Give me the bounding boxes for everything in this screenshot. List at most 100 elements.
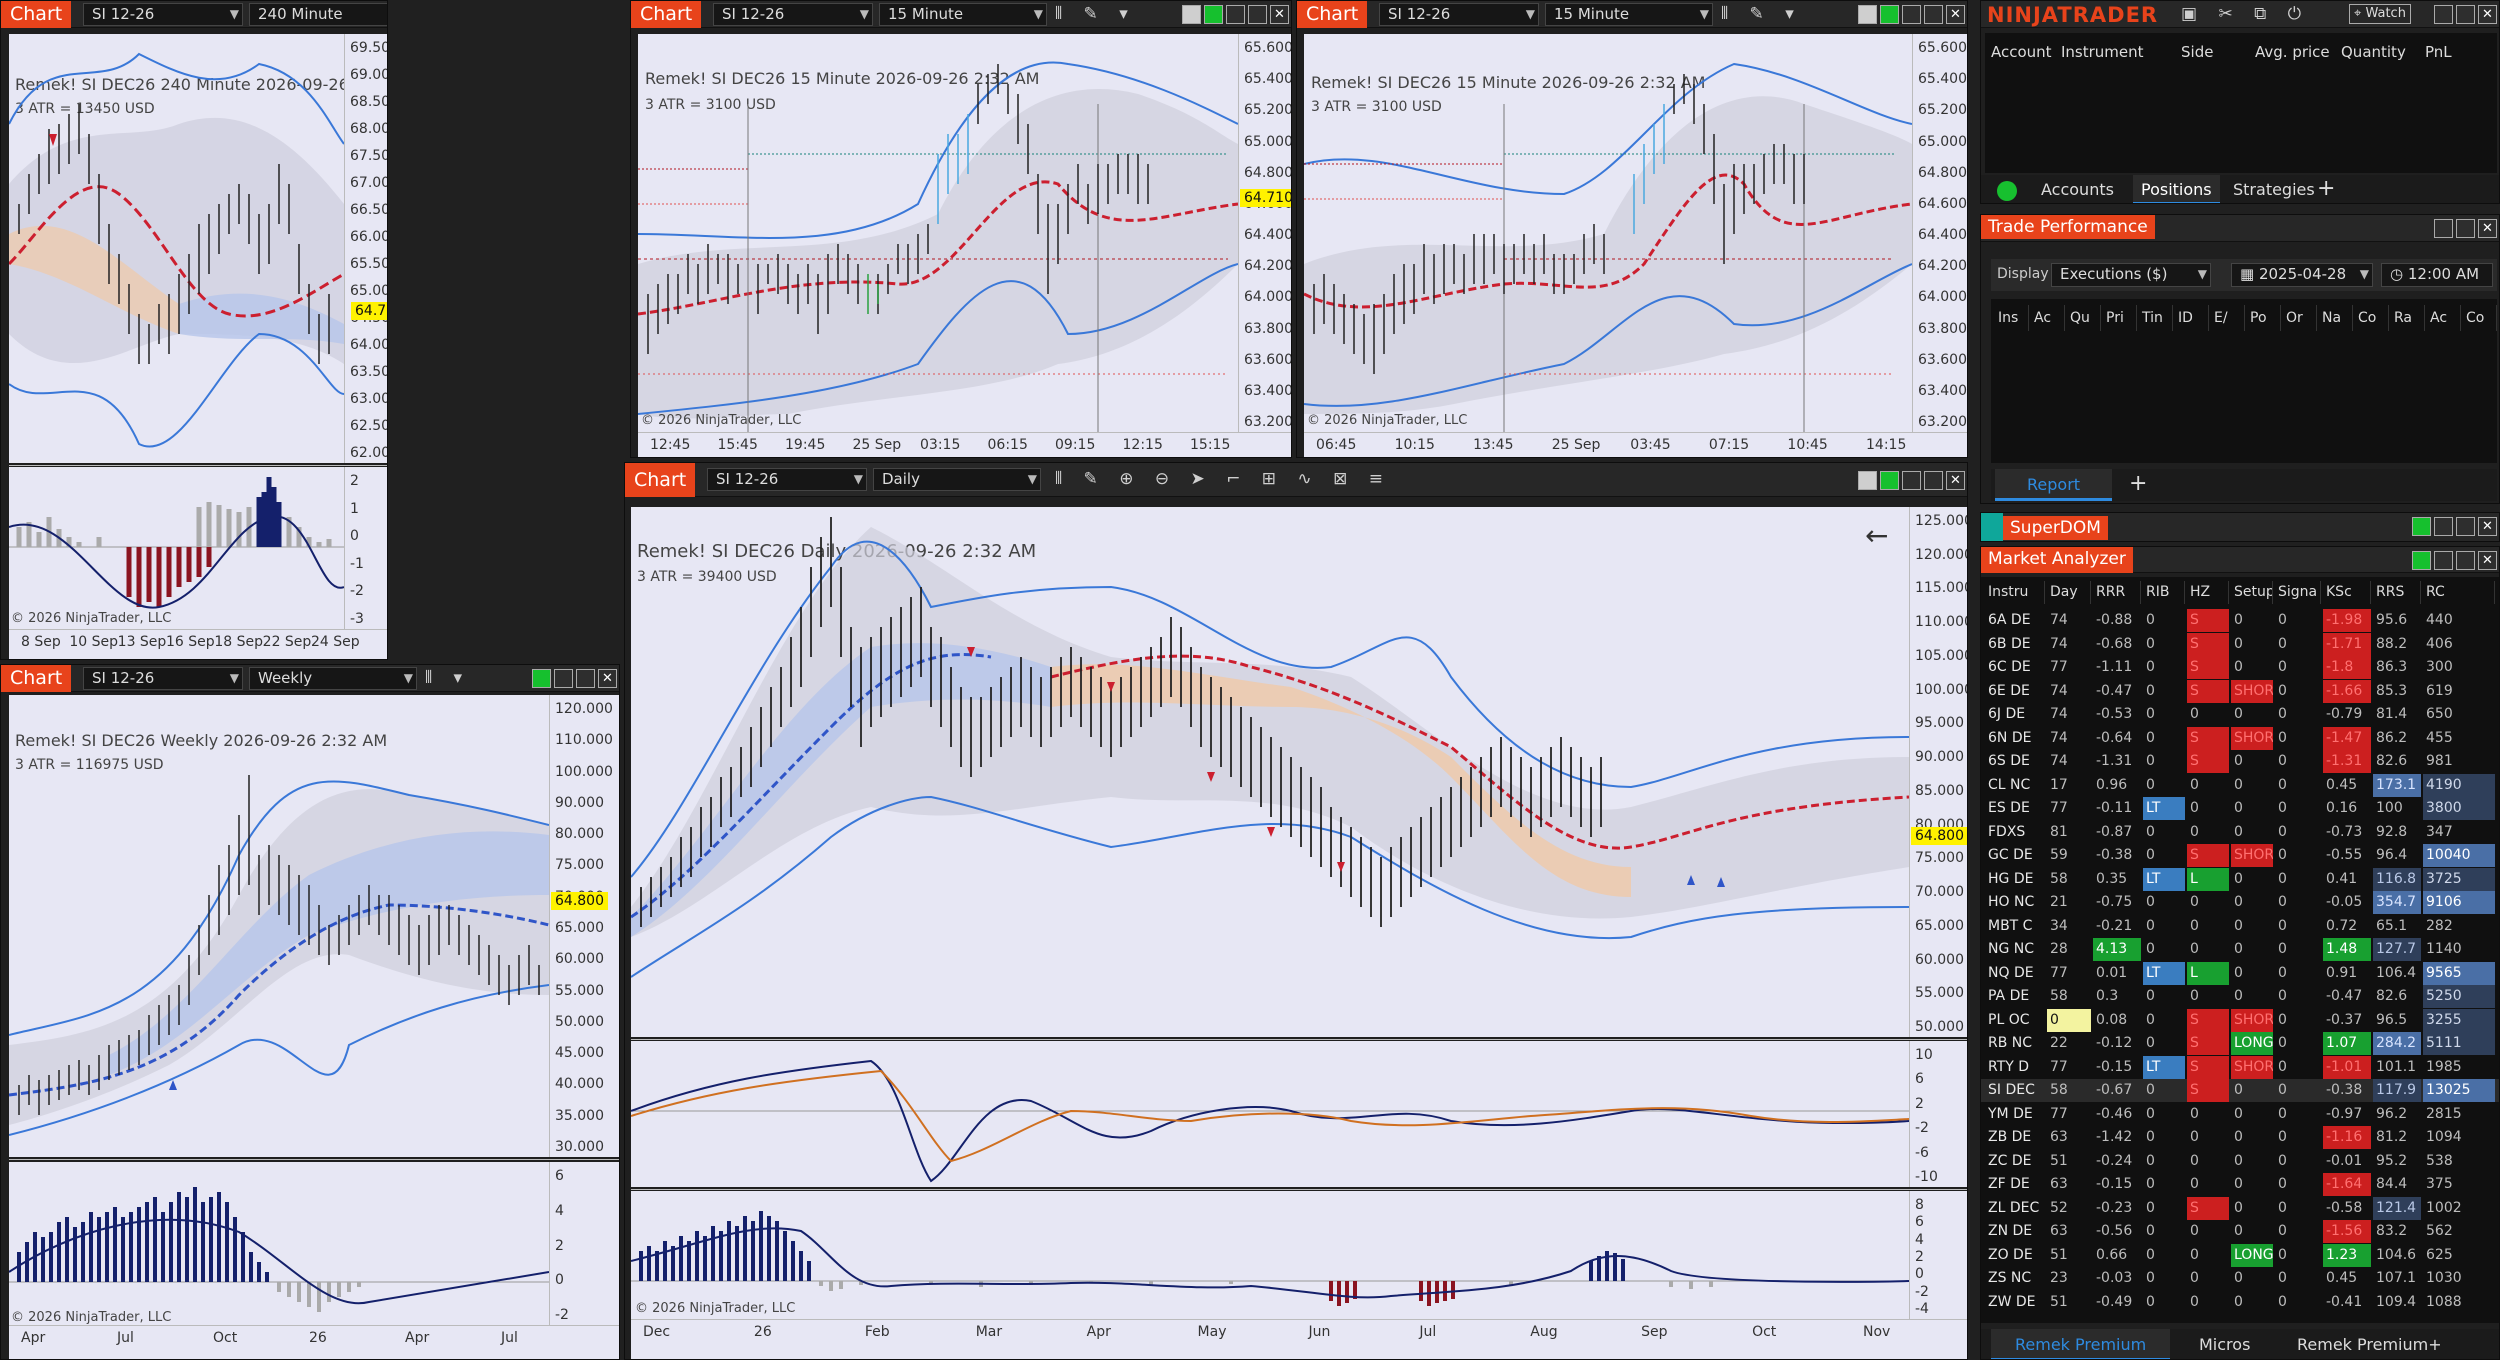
minimize-button[interactable]	[2434, 5, 2453, 24]
tp-column-header[interactable]: Co	[2463, 305, 2497, 331]
col-pnl[interactable]: PnL	[2425, 43, 2452, 61]
maximize-button[interactable]	[1924, 471, 1943, 490]
ma-table-row[interactable]: FDXS 81 -0.87 0 0 0 0 -0.73 92.8 347	[1981, 821, 2499, 844]
ma-column-header[interactable]: HZ	[2187, 581, 2229, 604]
tp-column-header[interactable]: Or	[2283, 305, 2317, 331]
ma-column-header[interactable]: Instru	[1985, 581, 2045, 604]
tp-column-header[interactable]: Ins	[1995, 305, 2029, 331]
ma-column-header[interactable]: KSc	[2323, 581, 2371, 604]
time-axis[interactable]: 12:45 15:45 19:45 25 Sep 03:15 06:15 09:15 12:1…	[638, 432, 1291, 457]
time-axis[interactable]: Dec 26 Feb Mar Apr May Jun Jul Aug Sep Oct Nov	[631, 1319, 1967, 1359]
interval-selector[interactable]: Daily ▼	[873, 468, 1041, 491]
ma-table-row[interactable]: NG NC 28 4.13 0 0 0 0 1.48 127.7 1140	[1981, 938, 2499, 961]
close-button[interactable]: ✕	[1270, 5, 1289, 24]
instrument-selector[interactable]: SI 12-26 ▼	[83, 3, 243, 26]
ma-table-row[interactable]: PL OC 0 0.08 0 S SHOR 0 -0.37 96.5 3255	[1981, 1008, 2499, 1032]
display-selector[interactable]: Executions ($) ▼	[2051, 263, 2211, 287]
close-button[interactable]: ✕	[598, 669, 617, 688]
ma-table-row[interactable]: SI DEC 58 -0.67 0 S 0 0 -0.38 117.9 13025	[1981, 1079, 2499, 1102]
ma-table-row[interactable]: PA DE 58 0.3 0 0 0 0 -0.47 82.6 5250	[1981, 985, 2499, 1008]
ma-table-row[interactable]: ZO DE 51 0.66 0 0 LONG 0 1.23 104.6 625	[1981, 1243, 2499, 1267]
trade-performance-title[interactable]: Trade Performance	[1981, 215, 2155, 239]
maximize-button[interactable]	[2456, 517, 2475, 536]
ma-column-header[interactable]: Setup	[2231, 581, 2273, 604]
link-button[interactable]	[1182, 5, 1201, 24]
ma-table-row[interactable]: ZL DEC 52 -0.23 0 S 0 0 -0.58 121.4 1002	[1981, 1196, 2499, 1220]
col-avg-price[interactable]: Avg. price	[2255, 43, 2330, 61]
ma-table-row[interactable]: ZS NC 23 -0.03 0 0 0 0 0.45 107.1 1030	[1981, 1267, 2499, 1290]
minimize-button[interactable]	[1902, 471, 1921, 490]
col-quantity[interactable]: Quantity	[2341, 43, 2406, 61]
interval-selector[interactable]: Weekly ▼	[249, 667, 417, 690]
instrument-selector[interactable]: SI 12-26 ▼	[707, 468, 867, 491]
ma-table-row[interactable]: RB NC 22 -0.12 0 S LONG 0 1.07 284.2 5111	[1981, 1032, 2499, 1055]
sync-button[interactable]	[2412, 517, 2431, 536]
col-side[interactable]: Side	[2181, 43, 2213, 61]
ma-table-row[interactable]: 6B DE 74 -0.68 0 S 0 0 -1.71 88.2 406	[1981, 632, 2499, 656]
tab-report[interactable]: Report	[1995, 469, 2113, 501]
ma-table-row[interactable]: 6J DE 74 -0.53 0 0 0 0 -0.79 81.4 650	[1981, 703, 2499, 726]
ma-table-row[interactable]: ZF DE 63 -0.15 0 0 0 0 -1.64 84.4 375	[1981, 1173, 2499, 1196]
tp-column-header[interactable]: Ra	[2391, 305, 2425, 331]
tp-column-header[interactable]: Ac	[2427, 305, 2461, 331]
price-axis[interactable]: 69.500 69.000 68.500 68.000 67.500 67.000 66.5…	[344, 34, 387, 463]
control-center-tools[interactable]: ▣ ✂ ⧉ ⏻	[2181, 4, 2309, 24]
tp-column-header[interactable]: Qu	[2067, 305, 2101, 331]
price-axis[interactable]: 65.60065.40065.20065.00064.80064.60064.4…	[1238, 34, 1291, 432]
ma-table-row[interactable]: 6E DE 74 -0.47 0 S SHOR 0 -1.66 85.3 619	[1981, 679, 2499, 703]
ma-column-header[interactable]: Signa	[2275, 581, 2321, 604]
minimize-button[interactable]	[2434, 517, 2453, 536]
link-button[interactable]	[1858, 471, 1877, 490]
ma-table-row[interactable]: RTY D 77 -0.15 LT S SHOR 0 -1.01 101.1 1985	[1981, 1055, 2499, 1079]
minimize-button[interactable]	[1902, 5, 1921, 24]
sync-button[interactable]	[1880, 5, 1899, 24]
minimize-button[interactable]	[2434, 551, 2453, 570]
maximize-button[interactable]	[2456, 5, 2475, 24]
interval-selector[interactable]: 15 Minute ▼	[1545, 3, 1713, 26]
price-axis[interactable]: 65.60065.40065.20065.00064.80064.60064.4…	[1912, 34, 1967, 432]
maximize-button[interactable]	[2456, 219, 2475, 238]
tab-accounts[interactable]: Accounts	[2041, 180, 2114, 199]
maximize-button[interactable]	[1248, 5, 1267, 24]
ma-table-row[interactable]: 6S DE 74 -1.31 0 S 0 0 -1.31 82.6 981	[1981, 750, 2499, 773]
time-axis[interactable]: 8 Sep 10 Sep 13 Sep 16 Sep 18 Sep 22 Sep 24 Se…	[9, 629, 387, 659]
sync-button[interactable]	[1204, 5, 1223, 24]
minimize-button[interactable]	[1226, 5, 1245, 24]
ma-table-row[interactable]: YM DE 77 -0.46 0 0 0 0 -0.97 96.2 2815	[1981, 1103, 2499, 1126]
interval-selector[interactable]: 240 Minute▼	[249, 3, 387, 26]
tp-column-header[interactable]: Ac	[2031, 305, 2065, 331]
ma-column-header[interactable]: Day	[2047, 581, 2091, 604]
minimize-button[interactable]	[2434, 219, 2453, 238]
maximize-button[interactable]	[1924, 5, 1943, 24]
tp-column-header[interactable]: Na	[2319, 305, 2353, 331]
chart-menu-button[interactable]: Chart	[1, 1, 72, 28]
chart-menu-button[interactable]: Chart	[625, 463, 696, 497]
add-tab-icon[interactable]: +	[2317, 176, 2335, 201]
tab-strategies[interactable]: Strategies	[2233, 180, 2315, 199]
price-axis[interactable]: 120.000110.000100.00090.00080.00075.0007…	[549, 695, 619, 1157]
chart-tools[interactable]: ⫴ ▾	[425, 668, 470, 688]
time-picker[interactable]: ◷ 12:00 AM	[2381, 263, 2493, 287]
ma-table-row[interactable]: 6C DE 77 -1.11 0 S 0 0 -1.8 86.3 300	[1981, 656, 2499, 679]
time-axis[interactable]: 06:45 10:15 13:45 25 Sep 03:45 07:15 10:45 14:1…	[1304, 432, 1967, 457]
ma-column-header[interactable]: RC	[2423, 581, 2495, 604]
ma-table-row[interactable]: HG DE 58 0.35 LT L 0 0 0.41 116.8 3725	[1981, 867, 2499, 891]
tab-micros[interactable]: Micros	[2199, 1335, 2250, 1354]
ma-table-row[interactable]: ZB DE 63 -1.42 0 0 0 0 -1.16 81.2 1094	[1981, 1126, 2499, 1149]
tp-column-header[interactable]: Po	[2247, 305, 2281, 331]
interval-selector[interactable]: 15 Minute ▼	[879, 3, 1047, 26]
maximize-button[interactable]	[2456, 551, 2475, 570]
close-button[interactable]: ✕	[2478, 219, 2497, 238]
tp-column-header[interactable]: ID	[2175, 305, 2209, 331]
chart-tools[interactable]: ⫴ ✎ ⊕ ⊖ ➤ ⌐ ⊞ ∿ ⊠ ≡	[1055, 469, 1391, 489]
chart-tools[interactable]: ⫴ ✎ ▾	[1721, 4, 1802, 24]
close-button[interactable]: ✕	[2478, 5, 2497, 24]
close-button[interactable]: ✕	[2478, 517, 2497, 536]
link-button[interactable]	[1858, 5, 1877, 24]
indicator-axis[interactable]: 2 1 0 -1 -2 -3	[344, 467, 387, 629]
date-picker[interactable]: ▦ 2025-04-28 ▼	[2231, 263, 2373, 287]
tab-remek-premium[interactable]: Remek Premium	[1991, 1329, 2171, 1359]
ma-table-row[interactable]: ZW DE 51 -0.49 0 0 0 0 -0.41 109.4 1088	[1981, 1291, 2499, 1314]
indicator-axis[interactable]: 8 6 4 2 0 -2 -4	[1909, 1191, 1967, 1319]
tp-column-header[interactable]: Tin	[2139, 305, 2173, 331]
